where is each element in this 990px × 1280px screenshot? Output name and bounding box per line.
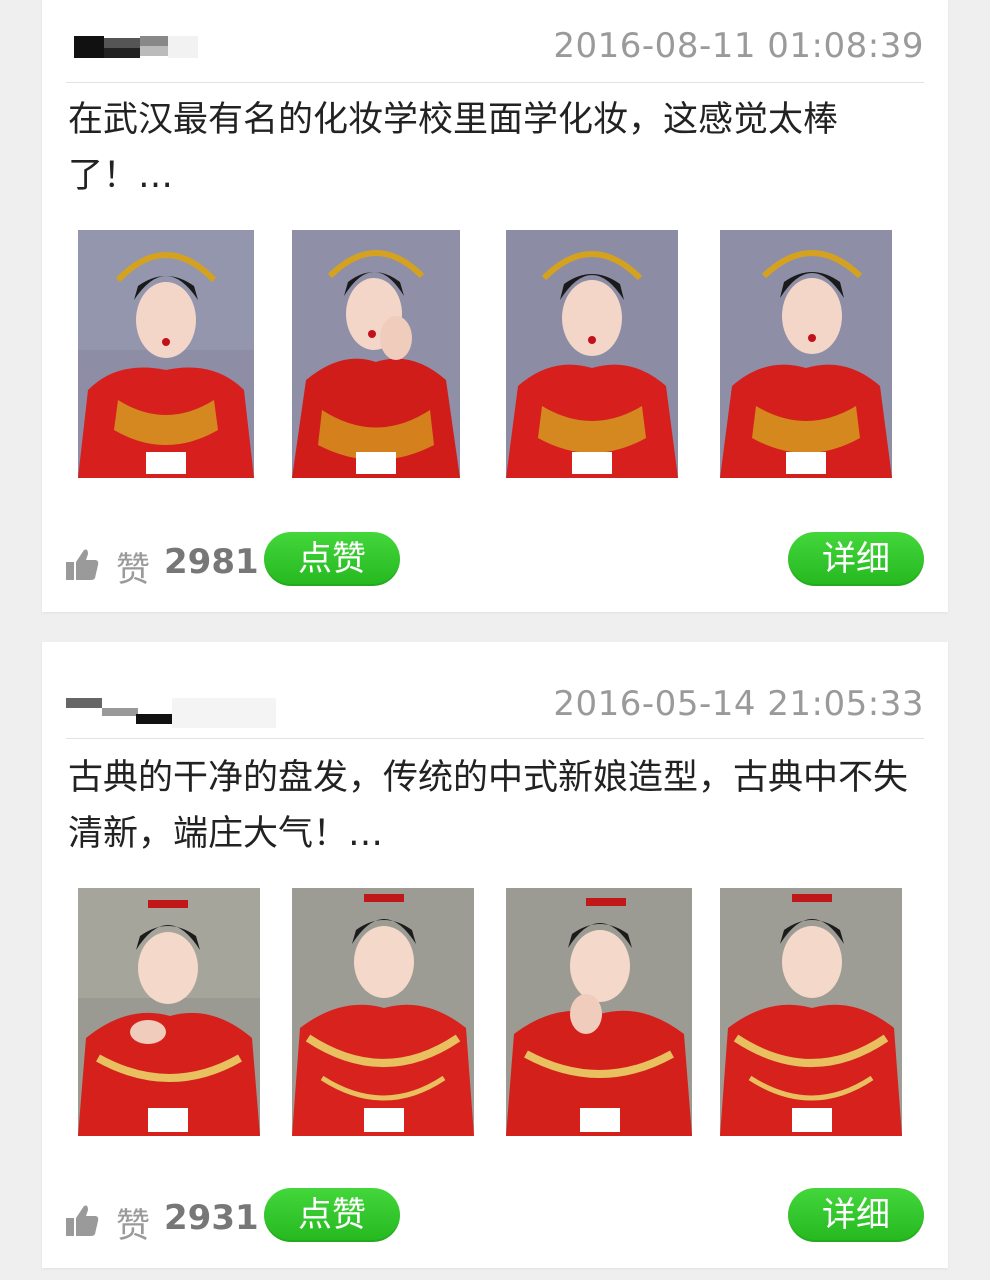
bride-photo[interactable]	[720, 230, 892, 478]
bride-photo[interactable]	[78, 888, 260, 1136]
post-timestamp: 2016-08-11 01:08:39	[553, 26, 924, 66]
post-text[interactable]: 古典的干净的盘发，传统的中式新娘造型，古典中不失清新，端庄大气！…	[68, 750, 928, 862]
bride-photo[interactable]	[78, 230, 254, 478]
photo-grid	[78, 230, 908, 480]
post-timestamp: 2016-05-14 21:05:33	[553, 684, 924, 724]
thumbs-up-icon	[66, 549, 99, 580]
like-label: 赞	[116, 1206, 150, 1246]
thumbs-up-icon	[66, 1205, 99, 1236]
post-card: 2016-08-11 01:08:39 在武汉最有名的化妆学校里面学化妆，这感觉…	[42, 0, 948, 612]
like-button[interactable]: 点赞	[264, 1188, 400, 1242]
details-button[interactable]: 详细	[788, 1188, 924, 1242]
photo-grid	[78, 888, 908, 1138]
redacted-username	[66, 30, 276, 66]
bride-photo[interactable]	[292, 230, 460, 478]
post-card: 2016-05-14 21:05:33 古典的干净的盘发，传统的中式新娘造型，古…	[42, 642, 948, 1268]
post-header: 2016-08-11 01:08:39	[66, 24, 924, 83]
details-button[interactable]: 详细	[788, 532, 924, 586]
post-text[interactable]: 在武汉最有名的化妆学校里面学化妆，这感觉太棒了！…	[68, 92, 928, 204]
bride-photo[interactable]	[506, 230, 678, 478]
like-button[interactable]: 点赞	[264, 532, 400, 586]
bride-photo[interactable]	[506, 888, 692, 1136]
bride-photo[interactable]	[292, 888, 474, 1136]
like-count: 2931	[164, 1198, 259, 1238]
redacted-username	[66, 688, 276, 728]
like-row: 赞 2931 点赞 详细	[64, 1188, 924, 1248]
like-count: 2981	[164, 542, 259, 582]
like-label: 赞	[116, 550, 150, 590]
like-row: 赞 2981 点赞 详细	[64, 532, 924, 592]
post-header: 2016-05-14 21:05:33	[66, 682, 924, 739]
post-feed: 2016-08-11 01:08:39 在武汉最有名的化妆学校里面学化妆，这感觉…	[0, 0, 990, 1280]
bride-photo[interactable]	[720, 888, 902, 1136]
